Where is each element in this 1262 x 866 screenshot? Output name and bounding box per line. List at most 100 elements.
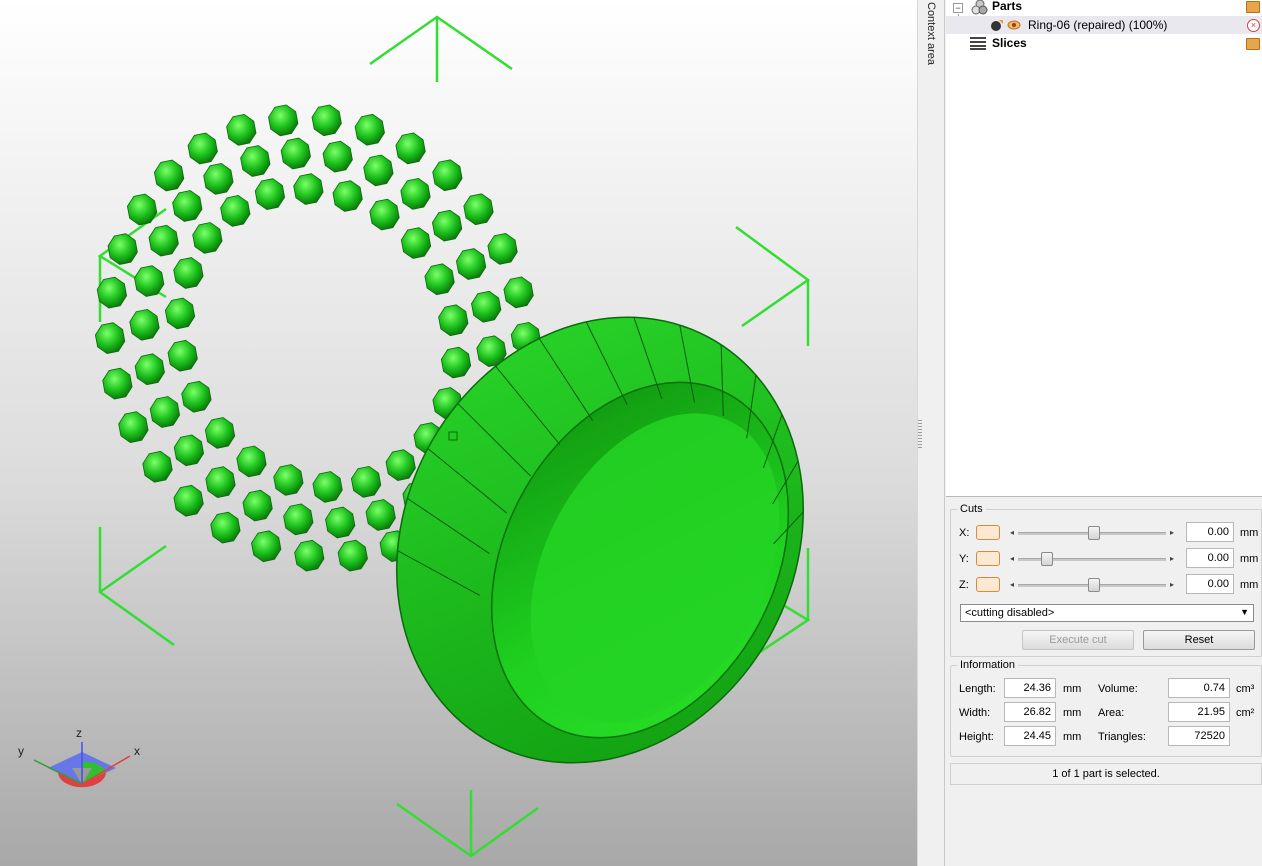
slider-left-arrow-icon[interactable]: ◂ — [1010, 554, 1014, 563]
tree-item-parts[interactable]: − Parts — [946, 0, 1262, 16]
tree-item-slices[interactable]: Slices — [946, 34, 1262, 52]
gem-stone — [204, 417, 236, 449]
gem-stone — [167, 339, 198, 372]
splitter-grip[interactable] — [918, 420, 922, 450]
slider-right-arrow-icon[interactable]: ▸ — [1170, 528, 1174, 537]
object-tree[interactable]: − Parts Ring-06 (repaired) (100%) × Slic… — [946, 0, 1262, 497]
gem-stone — [172, 190, 203, 222]
gem-stone — [369, 198, 400, 231]
gem-stone — [240, 145, 271, 177]
gem-stone — [251, 530, 282, 563]
gem-stone — [226, 113, 257, 146]
length-value: 24.36 — [1004, 678, 1056, 698]
gem-stone — [337, 539, 368, 572]
area-value: 21.95 — [1168, 702, 1230, 722]
gem-stone — [283, 503, 314, 536]
open-folder-icon[interactable] — [1246, 1, 1260, 13]
axis-y-label: y — [18, 744, 24, 758]
gem-stone — [350, 465, 382, 498]
cut-x-label: X: — [959, 527, 970, 539]
gem-stone — [126, 193, 158, 226]
cut-z-label: Z: — [959, 579, 969, 591]
gem-stone — [242, 489, 273, 522]
gem-stone — [192, 222, 223, 254]
gem-stone — [118, 411, 149, 444]
gem-stone — [236, 445, 267, 478]
gem-stone — [440, 346, 472, 379]
triangles-value: 72520 — [1168, 726, 1230, 746]
cut-x-value-input[interactable]: 0.00 — [1186, 522, 1234, 542]
gem-stone — [312, 471, 343, 503]
gem-stone — [134, 353, 165, 386]
gem-stone — [164, 297, 196, 330]
cut-y-slider[interactable]: ◂ ▸ — [1008, 552, 1176, 566]
cut-y-toggle-button[interactable] — [976, 551, 1000, 566]
gem-stone — [220, 194, 251, 227]
gem-stone — [148, 224, 179, 257]
eye-icon[interactable] — [1007, 19, 1021, 31]
gem-stone — [471, 290, 502, 323]
gem-stone — [332, 180, 363, 212]
gem-stone — [254, 178, 286, 211]
gem-stone — [365, 499, 396, 531]
cut-y-unit: mm — [1240, 553, 1259, 565]
gem-stone — [129, 308, 160, 341]
volume-unit: cm³ — [1236, 683, 1255, 695]
gem-stone — [438, 304, 469, 337]
width-unit: mm — [1063, 707, 1082, 719]
reset-button[interactable]: Reset — [1143, 630, 1255, 650]
cuts-title: Cuts — [960, 503, 983, 515]
open-folder-icon[interactable] — [1246, 38, 1260, 50]
information-title: Information — [960, 659, 1016, 671]
cut-z-toggle-button[interactable] — [976, 577, 1000, 592]
slider-thumb[interactable] — [1088, 526, 1100, 540]
collapse-toggle-icon[interactable]: − — [953, 3, 963, 13]
cut-x-toggle-button[interactable] — [976, 525, 1000, 540]
cut-mode-select[interactable]: <cutting disabled> ▼ — [960, 604, 1254, 622]
3d-viewport[interactable]: z y x — [0, 0, 917, 866]
gem-stone — [487, 232, 518, 265]
tree-item-ring-06[interactable]: Ring-06 (repaired) (100%) × — [946, 16, 1262, 34]
cut-z-unit: mm — [1240, 579, 1259, 591]
height-value: 24.45 — [1004, 726, 1056, 746]
cut-x-unit: mm — [1240, 527, 1259, 539]
width-label: Width: — [959, 707, 991, 719]
gem-stone — [325, 506, 356, 539]
remove-part-icon[interactable]: × — [1247, 19, 1260, 32]
gem-stone — [395, 132, 426, 165]
cut-z-slider[interactable]: ◂ ▸ — [1008, 578, 1176, 592]
gem-stone — [94, 322, 126, 355]
execute-cut-button[interactable]: Execute cut — [1022, 630, 1134, 650]
gem-stone — [363, 154, 394, 187]
context-area-tab[interactable]: Context area — [925, 2, 941, 72]
part-visibility-icon[interactable] — [990, 18, 1004, 32]
slider-thumb[interactable] — [1088, 578, 1100, 592]
volume-value: 0.74 — [1168, 678, 1230, 698]
slider-left-arrow-icon[interactable]: ◂ — [1010, 528, 1014, 537]
slider-right-arrow-icon[interactable]: ▸ — [1170, 580, 1174, 589]
cut-z-value-input[interactable]: 0.00 — [1186, 574, 1234, 594]
gem-stone — [153, 159, 185, 192]
gem-stone — [205, 466, 236, 499]
gem-stone — [107, 233, 138, 265]
gem-stone — [455, 248, 487, 280]
length-unit: mm — [1063, 683, 1082, 695]
gem-stone — [142, 450, 173, 483]
cut-x-slider[interactable]: ◂ ▸ — [1008, 526, 1176, 540]
axis-x-label: x — [134, 744, 140, 758]
gem-stone — [294, 539, 325, 572]
gem-stone — [424, 263, 455, 296]
parts-icon — [971, 0, 988, 15]
slider-thumb[interactable] — [1041, 552, 1053, 566]
slices-icon — [970, 37, 986, 50]
slider-right-arrow-icon[interactable]: ▸ — [1170, 554, 1174, 563]
area-unit: cm² — [1236, 707, 1255, 719]
axis-z-label: z — [76, 726, 82, 740]
slider-left-arrow-icon[interactable]: ◂ — [1010, 580, 1014, 589]
part-label: Ring-06 (repaired) (100%) — [1028, 18, 1168, 32]
properties-panel: Cuts X: ◂ ▸ 0.00 mm Y: ◂ ▸ 0.00 mm Z: ◂ … — [946, 497, 1262, 866]
gem-stone — [293, 173, 324, 205]
gem-stone — [432, 159, 463, 192]
cut-y-value-input[interactable]: 0.00 — [1186, 548, 1234, 568]
cut-y-label: Y: — [959, 553, 969, 565]
